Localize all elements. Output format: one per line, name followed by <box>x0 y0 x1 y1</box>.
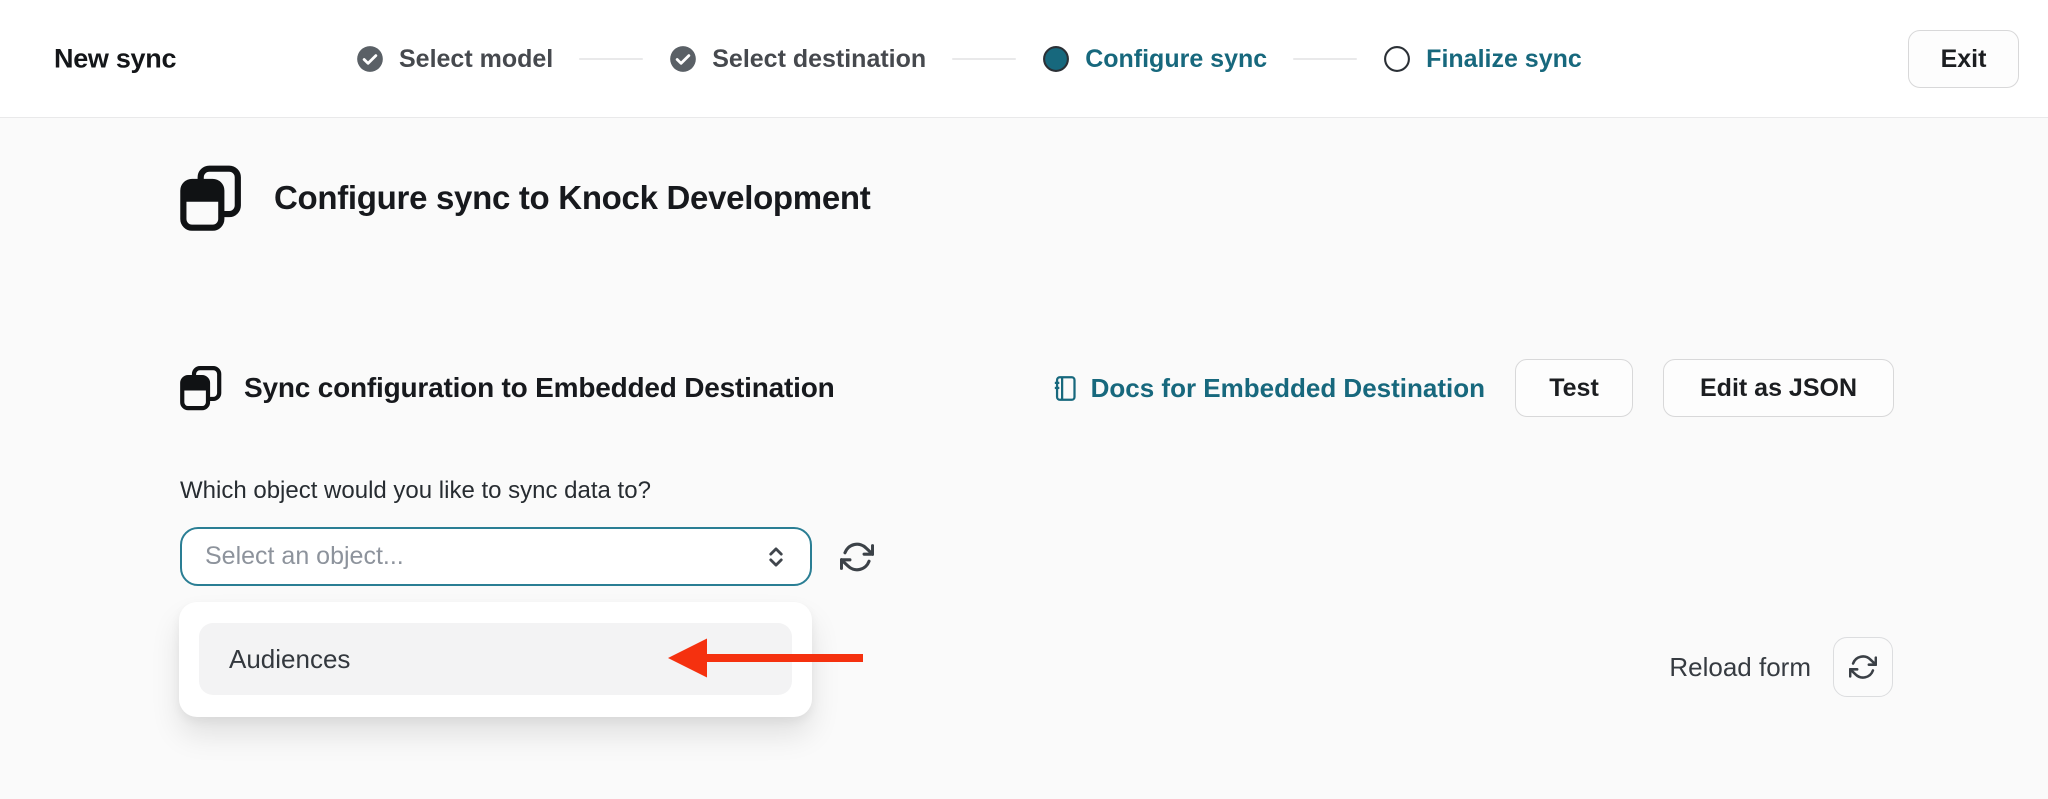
empty-circle-icon <box>1383 45 1411 73</box>
refresh-objects-icon[interactable] <box>840 540 874 574</box>
wizard-title: New sync <box>54 43 177 73</box>
check-circle-icon <box>356 45 384 73</box>
object-question-label: Which object would you like to sync data… <box>180 477 651 504</box>
reload-form-button[interactable] <box>1833 637 1893 697</box>
step-connector <box>952 58 1017 60</box>
stacked-windows-icon <box>180 365 222 411</box>
notebook-icon <box>1054 375 1076 401</box>
section-actions: Docs for Embedded Destination Test Edit … <box>1052 359 1894 417</box>
section-title-group: Sync configuration to Embedded Destinati… <box>180 365 835 411</box>
docs-link-label: Docs for Embedded Destination <box>1090 372 1485 403</box>
page-heading: Configure sync to Knock Development <box>274 179 871 216</box>
step-finalize-sync[interactable]: Finalize sync <box>1383 45 1582 74</box>
step-connector <box>1293 58 1358 60</box>
step-configure-sync[interactable]: Configure sync <box>1042 45 1267 74</box>
filled-dot-icon <box>1042 45 1070 73</box>
stepper: Select model Select destination Configur… <box>356 0 1582 118</box>
reload-form-group: Reload form <box>1669 637 1893 697</box>
docs-link[interactable]: Docs for Embedded Destination <box>1052 373 1485 404</box>
wizard-header: New sync Select model Select destination… <box>0 0 2048 118</box>
up-down-chevrons-icon <box>762 543 790 571</box>
edit-as-json-button[interactable]: Edit as JSON <box>1663 359 1894 417</box>
exit-button[interactable]: Exit <box>1908 30 2019 88</box>
stacked-windows-icon <box>180 165 242 231</box>
step-connector <box>579 58 644 60</box>
red-left-arrow <box>666 635 866 681</box>
step-label: Select model <box>399 44 554 73</box>
test-button[interactable]: Test <box>1515 359 1633 417</box>
section-title: Sync configuration to Embedded Destinati… <box>244 372 835 403</box>
refresh-cycle-icon <box>1849 655 1877 679</box>
page-heading-row: Configure sync to Knock Development <box>180 165 871 231</box>
reload-form-label: Reload form <box>1669 651 1811 682</box>
step-label: Finalize sync <box>1426 44 1582 73</box>
object-select[interactable]: Select an object... <box>180 527 812 586</box>
sync-config-section-header: Sync configuration to Embedded Destinati… <box>180 359 1894 417</box>
check-circle-icon <box>669 45 697 73</box>
step-label: Select destination <box>712 44 927 73</box>
step-select-destination[interactable]: Select destination <box>669 45 926 74</box>
select-placeholder: Select an object... <box>205 542 404 570</box>
step-label: Configure sync <box>1085 44 1268 73</box>
step-select-model[interactable]: Select model <box>356 45 553 74</box>
main-content: Configure sync to Knock Development Sync… <box>0 119 2048 799</box>
